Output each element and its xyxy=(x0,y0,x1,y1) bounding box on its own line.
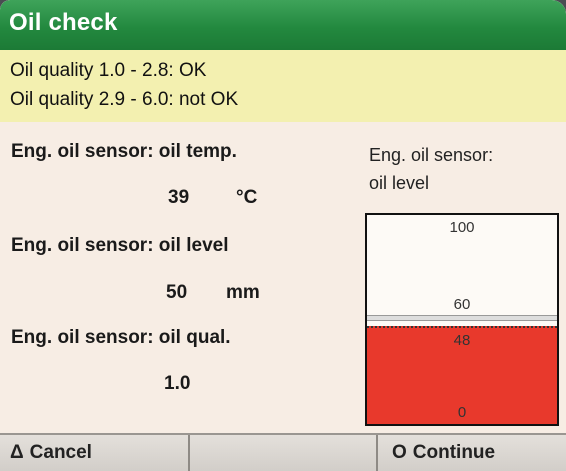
triangle-icon: Δ xyxy=(10,442,24,463)
cancel-button[interactable]: Δ Cancel xyxy=(0,435,190,471)
continue-label: Continue xyxy=(412,442,496,463)
oil-level-value: 50 xyxy=(166,282,188,303)
oil-level-unit: mm xyxy=(226,282,260,303)
current-level-line xyxy=(367,325,557,328)
oil-quality-value: 1.0 xyxy=(164,373,191,394)
gauge-title-line2: oil level xyxy=(369,173,430,193)
continue-button[interactable]: O Continue xyxy=(378,435,566,471)
tick-label-max: 100 xyxy=(449,219,475,236)
oil-level-gauge: 100 60 48 0 xyxy=(365,213,559,426)
oil-level-label: Eng. oil sensor: oil level xyxy=(11,235,229,256)
oil-temp-unit: °C xyxy=(236,187,258,208)
info-line-not-ok: Oil quality 2.9 - 6.0: not OK xyxy=(10,89,239,110)
middle-softkey[interactable] xyxy=(190,435,378,471)
tick-label-upper: 60 xyxy=(453,296,471,313)
cancel-label: Cancel xyxy=(29,442,92,463)
oil-check-screen: Oil check Oil quality 1.0 - 2.8: OK Oil … xyxy=(0,0,566,471)
softkey-bar: Δ Cancel O Continue xyxy=(0,433,566,471)
info-line-ok: Oil quality 1.0 - 2.8: OK xyxy=(10,60,207,81)
oil-quality-label: Eng. oil sensor: oil qual. xyxy=(11,327,231,348)
upper-mark-band xyxy=(367,315,557,321)
tick-label-min: 0 xyxy=(457,404,467,421)
gauge-title-line1: Eng. oil sensor: xyxy=(369,145,494,165)
tick-label-current: 48 xyxy=(453,331,471,349)
circle-icon: O xyxy=(392,442,407,463)
window-title: Oil check xyxy=(9,9,118,36)
title-bar: Oil check xyxy=(0,0,566,50)
oil-temp-value: 39 xyxy=(168,187,190,208)
info-panel: Oil quality 1.0 - 2.8: OK Oil quality 2.… xyxy=(0,50,566,122)
oil-temp-label: Eng. oil sensor: oil temp. xyxy=(11,141,237,162)
